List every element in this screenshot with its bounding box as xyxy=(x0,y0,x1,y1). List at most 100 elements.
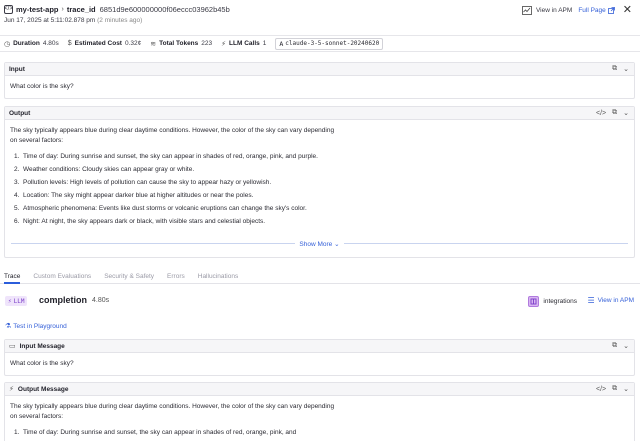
input-panel-header: Input ⧉ ⌄ xyxy=(5,63,634,76)
span-view-in-apm-link[interactable]: ☰ View in APM xyxy=(587,296,634,305)
sparkle-icon: ⚡ xyxy=(221,40,227,48)
list-item-number: 6. xyxy=(14,218,20,225)
metric-cost: $ Estimated Cost 0.32¢ xyxy=(68,40,142,47)
chevron-down-icon[interactable]: ⌄ xyxy=(623,385,629,393)
output-panel-body: The sky typically appears blue during cl… xyxy=(5,120,634,236)
close-icon[interactable]: ✕ xyxy=(623,5,632,16)
tab-hallucinations[interactable]: Hallucinations xyxy=(198,268,238,284)
show-more-row: Show More ⌄ xyxy=(5,239,634,249)
list-item-text: Location: The sky might appear darker bl… xyxy=(23,192,254,199)
list-item-number: 5. xyxy=(14,205,20,212)
breadcrumb-app[interactable]: my-test-app xyxy=(16,5,59,14)
input-panel: Input ⧉ ⌄ What color is the sky? xyxy=(4,62,635,99)
output-panel: Output </> ⧉ ⌄ The sky typically appears… xyxy=(4,106,635,258)
header-actions: View in APM Full Page ✕ xyxy=(522,4,632,16)
model-name: claude-3-5-sonnet-20240620 xyxy=(285,40,380,47)
input-panel-title: Input xyxy=(9,65,25,73)
llm-calls-value: 1 xyxy=(262,40,267,47)
copy-icon[interactable]: ⧉ xyxy=(612,65,617,73)
breadcrumb-trace-label: trace_id xyxy=(66,4,96,14)
show-more-button[interactable]: Show More ⌄ xyxy=(295,240,344,248)
flask-icon: ⚗ xyxy=(5,323,12,330)
copy-icon[interactable]: ⧉ xyxy=(612,385,617,393)
chevron-down-icon: ⌄ xyxy=(334,241,340,248)
list-item: 3. Pollution levels: High levels of pollu… xyxy=(10,178,629,188)
trace-header: </> my-test-app › trace_id 6851d9e600000… xyxy=(0,0,640,30)
sparkle-icon: ⚡ xyxy=(8,297,12,305)
tab-errors[interactable]: Errors xyxy=(167,268,185,284)
show-more-label: Show More xyxy=(299,241,333,248)
integrations-label: integrations xyxy=(543,298,577,305)
chat-bubble-icon: ▭ xyxy=(9,343,16,350)
list-icon: ☰ xyxy=(587,296,595,305)
duration-value: 4.80s xyxy=(42,40,59,47)
cost-label: Estimated Cost xyxy=(74,40,122,47)
list-item-number: 1. xyxy=(14,153,20,160)
anthropic-icon: A xyxy=(279,39,284,48)
list-item: 1. Time of day: During sunrise and sunset… xyxy=(10,152,629,162)
relative-time: (2 minutes ago) xyxy=(97,17,143,24)
output-message-body: The sky typically appears blue during cl… xyxy=(5,396,634,441)
list-item-text: Weather conditions: Cloudy skies can app… xyxy=(23,166,195,173)
span-view-in-apm-label: View in APM xyxy=(597,297,634,304)
tokens-value: 223 xyxy=(201,40,213,47)
output-panel-header: Output </> ⧉ ⌄ xyxy=(5,107,634,120)
tokens-label: Total Tokens xyxy=(159,40,199,47)
span-duration: 4.80s xyxy=(92,297,110,304)
trace-timestamp: Jun 17, 2025 at 5:11:02.878 pm (2 minute… xyxy=(4,17,142,24)
chevron-down-icon[interactable]: ⌄ xyxy=(623,65,629,73)
tab-security-safety[interactable]: Security & Safety xyxy=(104,268,154,284)
list-item-text: Time of day: During sunrise and sunset, … xyxy=(23,429,297,436)
trace-id-value: 6851d9e600000000f06eccc03962b45b xyxy=(99,4,230,14)
apm-icon xyxy=(522,5,532,15)
code-icon: </> xyxy=(4,4,13,14)
code-view-icon[interactable]: </> xyxy=(596,386,606,393)
test-in-playground-link[interactable]: ⚗ Test in Playground xyxy=(5,322,67,331)
list-item-number: 4. xyxy=(14,192,20,199)
llm-calls-label: LLM Calls xyxy=(229,40,260,47)
output-panel-title: Output xyxy=(9,109,31,117)
list-item-number: 2. xyxy=(14,166,20,173)
output-message-panel: ⚡ Output Message </> ⧉ ⌄ The sky typical… xyxy=(4,382,635,441)
list-item: 1. Time of day: During sunrise and sunset… xyxy=(10,428,629,438)
tab-custom-evaluations[interactable]: Custom Evaluations xyxy=(33,268,91,284)
output-message-list: 1. Time of day: During sunrise and sunset… xyxy=(10,428,629,438)
detail-tabs: Trace Custom Evaluations Security & Safe… xyxy=(0,268,640,284)
chevron-right-icon: › xyxy=(61,5,64,13)
list-item-text: Time of day: During sunrise and sunset, … xyxy=(23,153,318,160)
clock-icon: ◷ xyxy=(4,40,11,48)
input-message-body: What color is the sky? xyxy=(10,360,74,367)
breadcrumb: </> my-test-app › trace_id 6851d9e600000… xyxy=(4,4,230,14)
copy-icon[interactable]: ⧉ xyxy=(612,342,617,350)
llm-badge-label: LLM xyxy=(13,297,25,305)
chevron-down-icon[interactable]: ⌄ xyxy=(623,342,629,350)
copy-icon[interactable]: ⧉ xyxy=(612,109,617,117)
dollar-icon: $ xyxy=(67,40,72,47)
list-item-text: Atmospheric phenomena: Events like dust … xyxy=(23,205,307,212)
output-message-intro: The sky typically appears blue during cl… xyxy=(10,403,335,420)
list-item-text: Night: At night, the sky appears dark or… xyxy=(23,218,266,225)
list-item: 2. Weather conditions: Cloudy skies can a… xyxy=(10,165,629,175)
output-message-title: Output Message xyxy=(17,385,69,393)
input-panel-body: What color is the sky? xyxy=(10,83,74,90)
duration-label: Duration xyxy=(13,40,40,47)
model-badge: A claude-3-5-sonnet-20240620 xyxy=(275,37,384,50)
integrations-button[interactable]: integrations xyxy=(528,296,577,307)
input-message-title: Input Message xyxy=(19,342,65,350)
external-link-icon[interactable] xyxy=(607,6,615,14)
full-page-link[interactable]: Full Page xyxy=(578,7,605,14)
cost-value: 0.32¢ xyxy=(124,40,142,47)
tab-trace[interactable]: Trace xyxy=(4,268,21,284)
view-in-apm-link[interactable]: View in APM xyxy=(536,7,572,14)
metric-duration: ◷ Duration 4.80s xyxy=(4,40,59,48)
list-item: 5. Atmospheric phenomena: Events like dus… xyxy=(10,204,629,214)
code-view-icon[interactable]: </> xyxy=(596,110,606,117)
list-item-number: 1. xyxy=(14,429,20,436)
test-in-playground-label: Test in Playground xyxy=(13,322,67,330)
integrations-icon xyxy=(528,296,540,307)
timestamp-value: Jun 17, 2025 at 5:11:02.878 pm xyxy=(4,17,96,24)
list-item: 4. Location: The sky might appear darker … xyxy=(10,191,629,201)
chevron-down-icon[interactable]: ⌄ xyxy=(623,109,629,117)
list-item-text: Pollution levels: High levels of polluti… xyxy=(23,179,272,186)
list-item-number: 3. xyxy=(14,179,20,186)
